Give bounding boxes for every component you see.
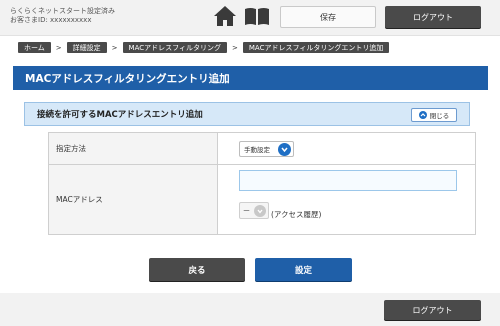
apply-button[interactable]: 設定: [255, 258, 352, 281]
breadcrumb-home[interactable]: ホーム: [18, 42, 51, 53]
chevron-up-icon: [418, 111, 427, 119]
breadcrumb-separator: >: [55, 43, 62, 52]
save-button[interactable]: 保存: [280, 6, 376, 28]
mac-label: MACアドレス: [48, 165, 218, 234]
method-select-value: 手動設定: [244, 146, 270, 154]
page-title: MACアドレスフィルタリングエントリ追加: [13, 66, 488, 90]
breadcrumb-separator: >: [111, 43, 118, 52]
top-header: らくらくネットスタート設定済み お客さまID: xxxxxxxxxx 保存 ログ…: [0, 0, 500, 36]
book-icon[interactable]: [244, 6, 270, 26]
access-history-label: (アクセス履歴): [271, 210, 322, 219]
method-field: 手動設定: [218, 133, 476, 164]
chevron-down-icon: [278, 143, 291, 156]
collapse-button[interactable]: 閉じる: [411, 108, 457, 122]
breadcrumb-advanced-settings[interactable]: 詳細設定: [66, 42, 107, 53]
breadcrumb-separator: >: [232, 43, 238, 52]
mac-field: ー (アクセス履歴): [218, 165, 476, 234]
entry-add-section: 接続を許可するMACアドレスエントリ追加 閉じる 指定方法 手動設定 MACアド…: [24, 102, 476, 246]
customer-id-text: お客さまID: xxxxxxxxxx: [10, 16, 92, 24]
footer: ログアウト: [0, 293, 500, 326]
chevron-down-icon: [254, 205, 266, 217]
mac-address-input[interactable]: [239, 170, 457, 191]
breadcrumb-current: MACアドレスフィルタリングエントリ追加: [242, 42, 390, 53]
method-row: 指定方法 手動設定: [48, 133, 476, 165]
setup-status-text: らくらくネットスタート設定済み: [10, 7, 115, 15]
access-history-select[interactable]: ー: [239, 202, 269, 219]
method-select[interactable]: 手動設定: [239, 141, 294, 157]
section-header: 接続を許可するMACアドレスエントリ追加 閉じる: [24, 102, 470, 126]
breadcrumb-mac-filtering[interactable]: MACアドレスフィルタリング: [122, 42, 227, 53]
method-label: 指定方法: [48, 133, 218, 164]
back-button[interactable]: 戻る: [149, 258, 245, 281]
footer-logout-button[interactable]: ログアウト: [384, 300, 481, 320]
access-history-value: ー: [243, 206, 250, 215]
breadcrumb: ホーム > 詳細設定 > MACアドレスフィルタリング > MACアドレスフィル…: [18, 42, 390, 53]
home-icon[interactable]: [213, 5, 237, 27]
status-info: らくらくネットスタート設定済み お客さまID: xxxxxxxxxx: [10, 7, 115, 25]
section-title: 接続を許可するMACアドレスエントリ追加: [37, 110, 203, 120]
collapse-label: 閉じる: [429, 112, 450, 120]
mac-row: MACアドレス ー (アクセス履歴): [48, 165, 476, 235]
logout-button[interactable]: ログアウト: [385, 6, 481, 28]
entry-form: 指定方法 手動設定 MACアドレス ー (アクセス履歴): [48, 132, 476, 235]
